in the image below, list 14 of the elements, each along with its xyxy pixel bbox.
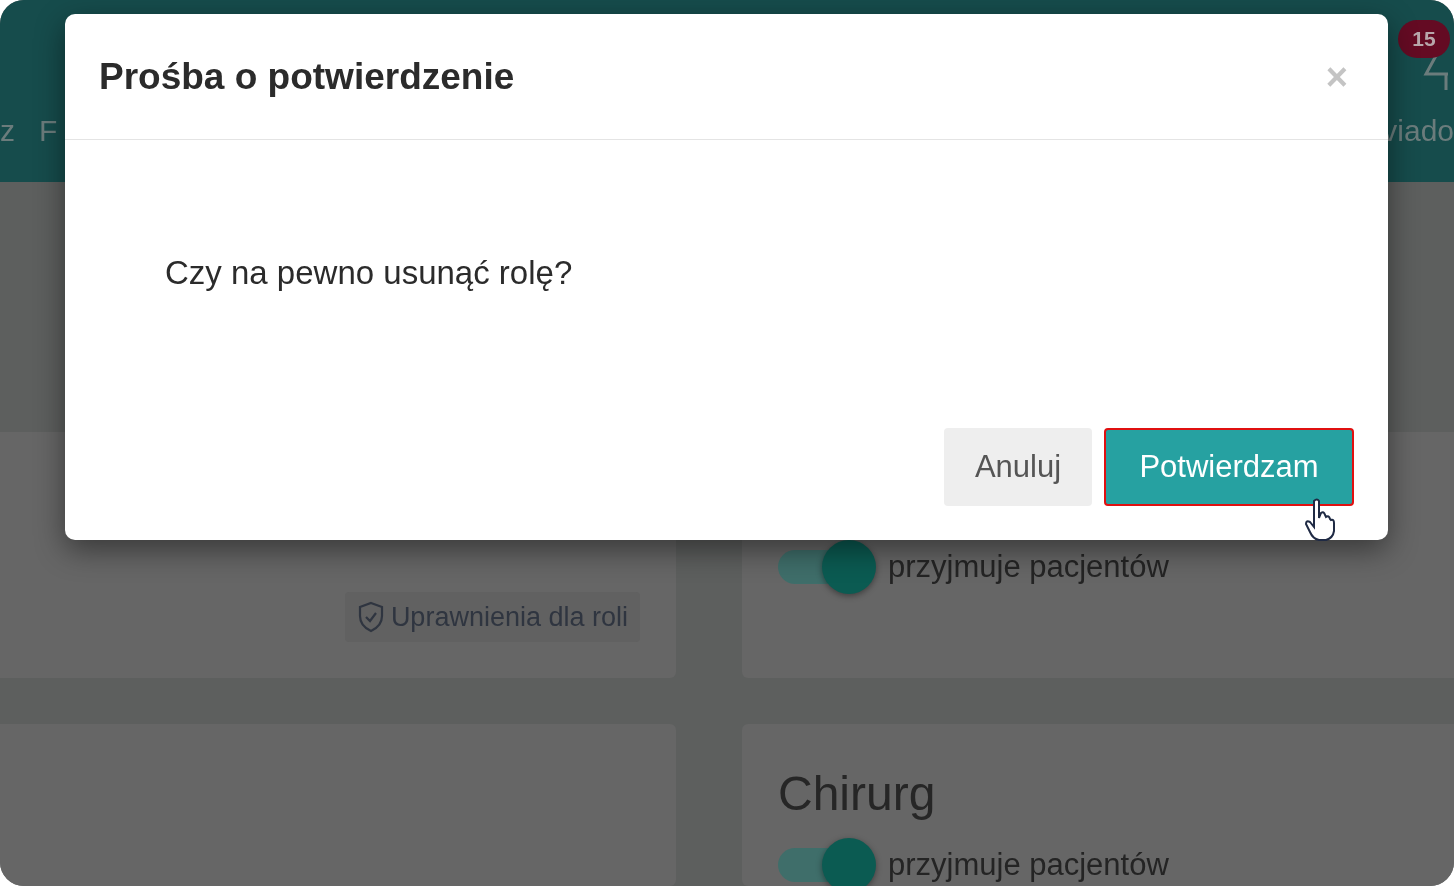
toggle-switch[interactable] (778, 540, 876, 594)
dialog-title: Prośba o potwierdzenie (99, 54, 515, 99)
nav-item[interactable]: z (0, 108, 15, 153)
shield-check-icon (356, 601, 385, 633)
toggle-switch[interactable] (778, 838, 876, 886)
toggle-label: przyjmuje pacjentów (888, 547, 1169, 586)
notification-badge: 15 (1398, 20, 1450, 58)
role-title: Chirurg (778, 766, 937, 822)
toggle-label: przyjmuje pacjentów (888, 845, 1169, 884)
cancel-button[interactable]: Anuluj (944, 428, 1092, 506)
confirm-button[interactable]: Potwierdzam (1104, 428, 1354, 506)
dialog-message: Czy na pewno usunąć rolę? (165, 253, 574, 293)
close-button[interactable]: × (1325, 57, 1348, 96)
nav-item[interactable]: F (39, 108, 58, 153)
